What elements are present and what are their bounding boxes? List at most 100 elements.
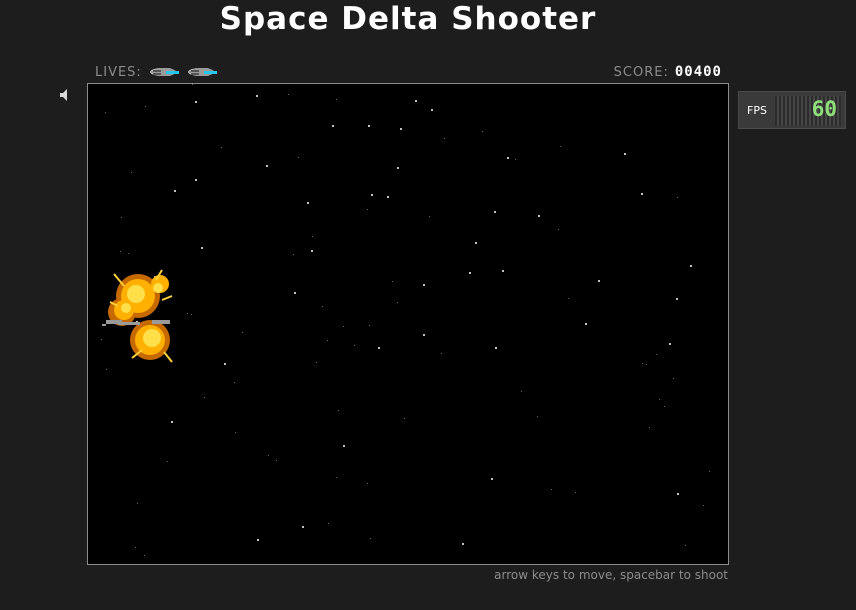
star (664, 406, 665, 407)
star (521, 391, 522, 392)
star (201, 247, 203, 249)
star (649, 427, 650, 428)
star (568, 298, 569, 299)
life-ship-icon (149, 68, 179, 76)
star (558, 229, 559, 230)
star (475, 242, 477, 244)
star (276, 460, 277, 461)
star (242, 332, 243, 333)
star (703, 505, 704, 506)
explosion-sprite (102, 269, 173, 363)
star (338, 410, 339, 411)
star (121, 217, 122, 218)
star (234, 382, 235, 383)
star (646, 364, 647, 365)
star (423, 334, 425, 336)
game-canvas[interactable] (87, 83, 729, 565)
star (392, 281, 393, 282)
star (431, 109, 433, 111)
star (538, 215, 540, 217)
star (135, 547, 136, 548)
star (641, 193, 643, 195)
star (120, 251, 121, 252)
star (371, 194, 373, 196)
star (322, 306, 323, 307)
fps-meter: FPS 60 (738, 91, 846, 129)
star (191, 314, 192, 315)
score-display: SCORE: 00400 (614, 63, 722, 81)
star (224, 363, 226, 365)
star (502, 270, 504, 272)
star (368, 125, 370, 127)
star (204, 397, 205, 398)
star (429, 216, 430, 217)
star (145, 106, 146, 107)
star (336, 477, 337, 478)
star (221, 147, 222, 148)
speaker-icon (60, 89, 67, 101)
star (444, 138, 445, 139)
sound-toggle-button[interactable] (58, 87, 74, 103)
star (343, 445, 345, 447)
star (311, 250, 313, 252)
star (327, 340, 328, 341)
star (354, 345, 355, 346)
star (316, 362, 317, 363)
star (298, 157, 299, 158)
star (491, 478, 493, 480)
star (257, 539, 259, 541)
star (256, 95, 258, 97)
star (677, 493, 679, 495)
star (367, 483, 368, 484)
lives-label: LIVES: (95, 64, 142, 80)
star (709, 471, 710, 472)
star (288, 94, 289, 95)
star (400, 128, 402, 130)
star (294, 292, 296, 294)
star (266, 165, 268, 167)
star (676, 298, 678, 300)
star (312, 236, 313, 237)
star (343, 326, 344, 327)
star (423, 284, 425, 286)
star (378, 347, 380, 349)
star (328, 523, 329, 524)
star (369, 325, 370, 326)
star (690, 265, 692, 267)
star (598, 280, 600, 282)
star (187, 313, 188, 314)
star (494, 211, 496, 213)
star (195, 101, 197, 103)
star (669, 343, 671, 345)
star (387, 196, 389, 198)
star (515, 159, 516, 160)
star (404, 418, 405, 419)
lives-display: LIVES: (95, 63, 218, 81)
star (673, 378, 674, 379)
star (192, 84, 193, 85)
star (415, 100, 417, 102)
star (537, 416, 538, 417)
star (128, 253, 129, 254)
star (397, 302, 398, 303)
star (336, 99, 337, 100)
star (144, 555, 145, 556)
star (495, 347, 497, 349)
star (560, 146, 561, 147)
star (551, 489, 552, 490)
star (268, 455, 269, 456)
star (507, 157, 509, 159)
star (575, 492, 576, 493)
score-label: SCORE: (613, 64, 669, 80)
star (137, 503, 138, 504)
star (370, 538, 371, 539)
star (174, 190, 176, 192)
game-title: Space Delta Shooter (219, 1, 597, 37)
star (235, 432, 236, 433)
star (656, 354, 657, 355)
score-value: 00400 (674, 64, 722, 80)
star (397, 167, 399, 169)
fps-label: FPS (747, 104, 767, 117)
star (195, 179, 197, 181)
controls-hint: arrow keys to move, spacebar to shoot (494, 568, 728, 582)
